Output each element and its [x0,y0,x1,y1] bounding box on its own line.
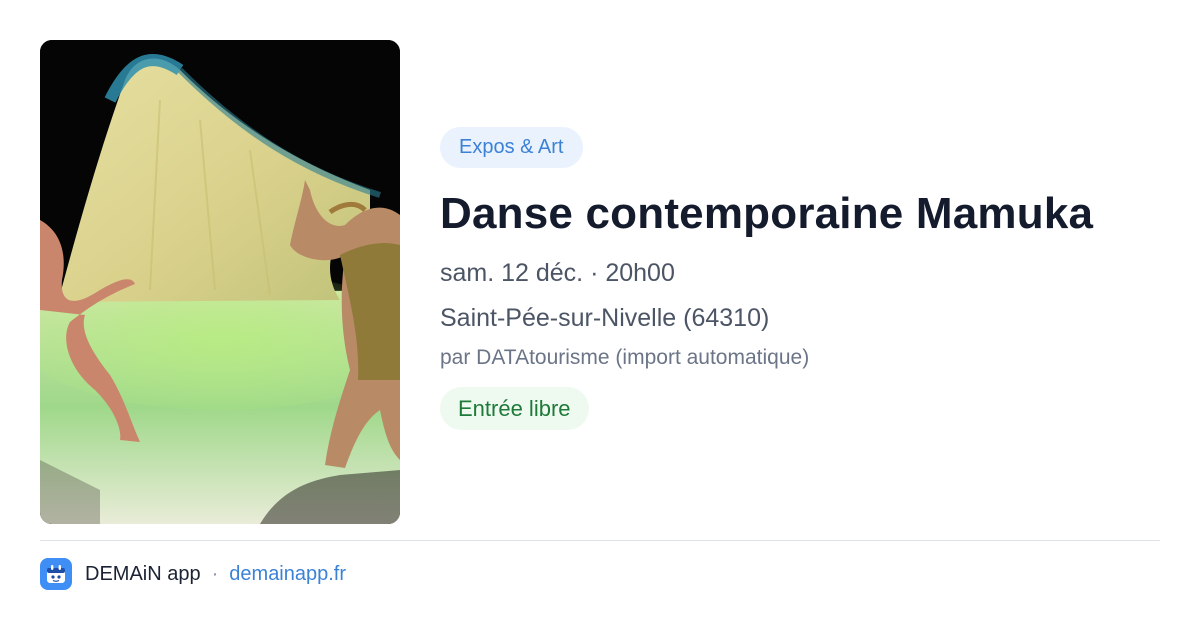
event-photo-illustration [40,40,400,524]
event-card: Expos & Art Danse contemporaine Mamuka s… [0,0,1200,630]
price-badge: Entrée libre [440,387,589,430]
app-logo-icon[interactable] [40,558,72,590]
event-info: Expos & Art Danse contemporaine Mamuka s… [440,127,1160,430]
app-url-link[interactable]: demainapp.fr [229,563,346,586]
category-badge[interactable]: Expos & Art [440,127,583,168]
app-name: DEMAiN app [85,562,201,585]
event-location: Saint-Pée-sur-Nivelle (64310) [440,304,770,332]
event-title[interactable]: Danse contemporaine Mamuka [440,188,1160,240]
event-datetime: sam. 12 déc. · 20h00 [440,259,675,287]
event-organizer: par DATAtourisme (import automatique) [440,346,810,369]
footer: DEMAiN app · demainapp.fr [40,558,346,590]
footer-divider [40,540,1160,541]
event-photo[interactable] [40,40,400,524]
footer-separator: · [211,562,219,585]
